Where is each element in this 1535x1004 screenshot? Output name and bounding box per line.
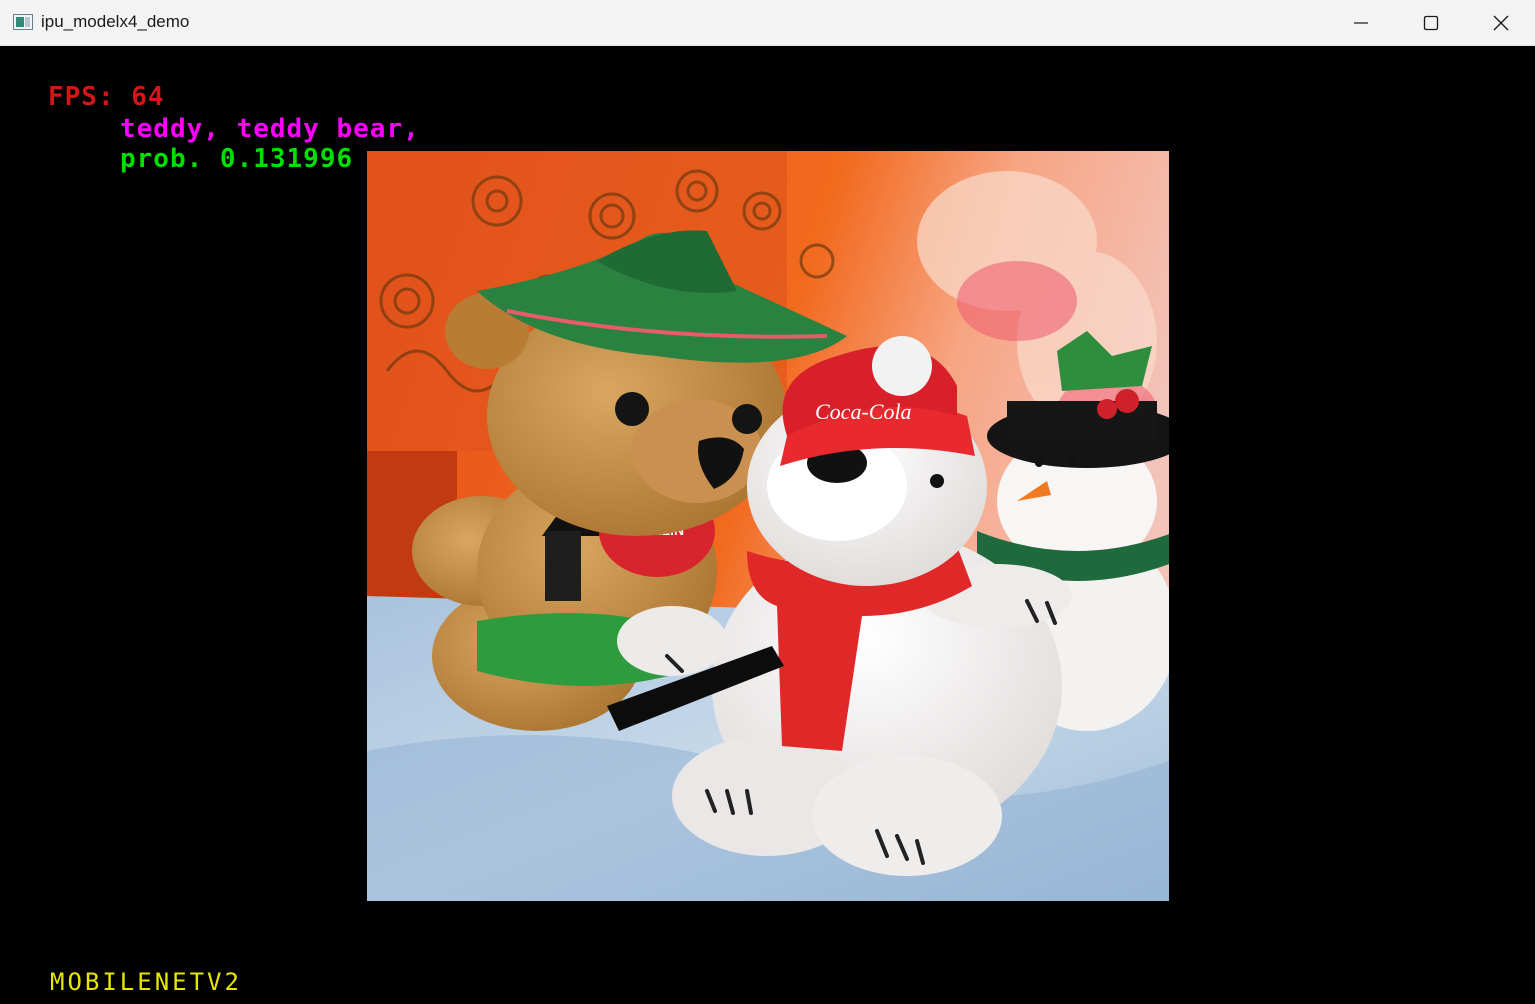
hat-text: Coca-Cola: [815, 399, 912, 424]
maximize-button[interactable]: [1396, 0, 1466, 45]
close-icon: [1493, 15, 1509, 30]
app-window-icon: [13, 14, 33, 30]
prediction-probability: prob. 0.131996: [120, 144, 354, 174]
fps-readout: FPS: 64: [48, 82, 165, 112]
window-title: ipu_modelx4_demo: [41, 12, 190, 31]
video-canvas: BERLIN: [0, 46, 1535, 1004]
app-window: ipu_modelx4_demo Coca-Cola FPS: 64 teddy…: [0, 0, 1535, 1004]
minimize-icon: [1354, 21, 1368, 24]
model-name: MOBILENETV2: [50, 968, 242, 996]
title-bar[interactable]: ipu_modelx4_demo: [0, 0, 1535, 46]
minimize-button[interactable]: [1326, 0, 1396, 45]
prediction-label: teddy, teddy bear,: [120, 114, 420, 144]
classified-image: BERLIN: [367, 151, 1169, 901]
maximize-icon: [1423, 15, 1439, 30]
close-button[interactable]: [1466, 0, 1535, 45]
